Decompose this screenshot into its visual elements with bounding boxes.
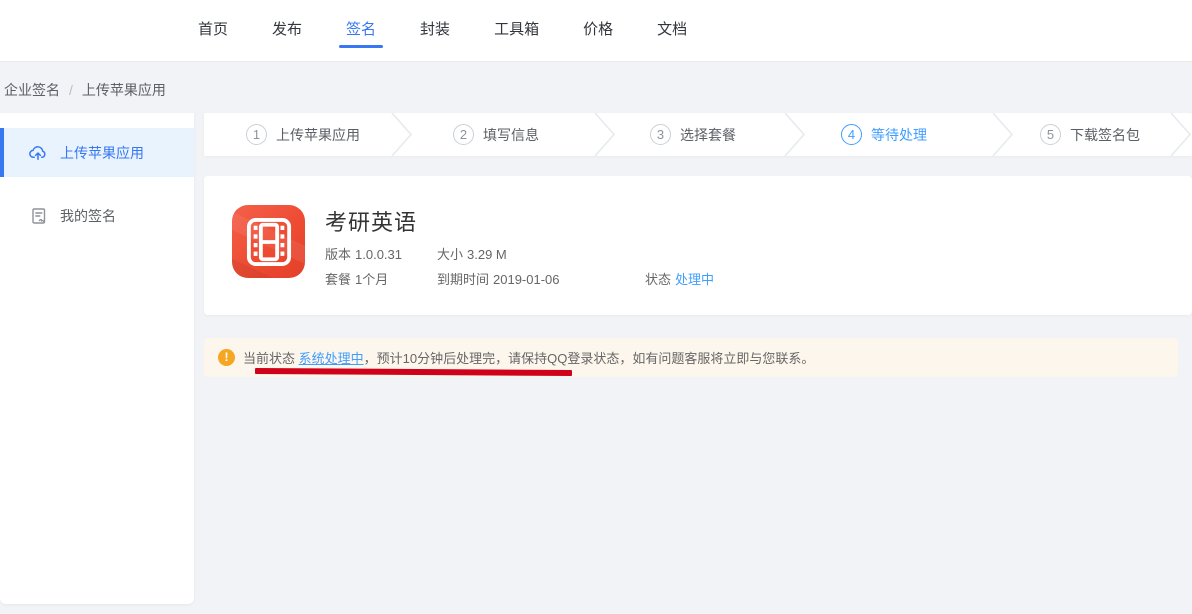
- nav-item-docs[interactable]: 文档: [650, 0, 694, 62]
- step-upload-apple-app: 1 上传苹果应用: [246, 113, 360, 156]
- step-label: 下载签名包: [1070, 125, 1140, 145]
- step-number: 1: [246, 124, 267, 145]
- app-title: 考研英语: [325, 205, 417, 237]
- app-size: 大小 3.29 M: [437, 244, 507, 263]
- step-label: 等待处理: [871, 125, 927, 145]
- page: 首页 发布 签名 封装 工具箱 价格 文档 企业签名 / 上传苹果应用 上传苹果…: [0, 0, 1192, 614]
- version-label: 版本: [325, 247, 351, 262]
- nav-item-signature[interactable]: 签名: [339, 0, 383, 62]
- step-download-package: 5 下载签名包: [1040, 113, 1140, 156]
- plan-label: 套餐: [325, 272, 351, 287]
- chevron-separator-icon: [389, 113, 415, 156]
- cloud-upload-icon: [28, 143, 48, 163]
- main-content: 1 上传苹果应用 2 填写信息 3 选择套餐 4 等待处理 5 下载签名包: [204, 113, 1192, 604]
- progress-stepper: 1 上传苹果应用 2 填写信息 3 选择套餐 4 等待处理 5 下载签名包: [204, 113, 1192, 156]
- top-nav: 首页 发布 签名 封装 工具箱 价格 文档: [191, 0, 724, 62]
- step-fill-info: 2 填写信息: [453, 113, 539, 156]
- sidebar: 上传苹果应用 我的签名: [0, 113, 194, 604]
- step-number: 3: [650, 124, 671, 145]
- step-number: 4: [841, 124, 862, 145]
- breadcrumb-separator: /: [69, 82, 73, 98]
- status-value-link[interactable]: 处理中: [675, 272, 714, 287]
- size-value: 3.29 M: [467, 247, 507, 262]
- nav-item-home[interactable]: 首页: [191, 0, 235, 62]
- exclamation-circle-icon: !: [218, 349, 235, 366]
- chevron-separator-icon: [990, 113, 1016, 156]
- sidebar-item-my-signatures[interactable]: 我的签名: [0, 198, 194, 234]
- breadcrumb-upload-app: 上传苹果应用: [82, 80, 166, 100]
- status-label: 状态: [645, 272, 671, 287]
- signature-doc-icon: [30, 207, 48, 225]
- size-label: 大小: [437, 247, 463, 262]
- notice-status-link[interactable]: 系统处理中: [299, 351, 364, 366]
- notice-prefix: 当前状态: [243, 351, 299, 366]
- app-expire-date: 到期时间 2019-01-06: [437, 269, 560, 288]
- step-number: 2: [453, 124, 474, 145]
- nav-item-publish[interactable]: 发布: [265, 0, 309, 62]
- film-strip-icon: [232, 205, 305, 278]
- sidebar-item-label: 我的签名: [60, 206, 116, 226]
- sidebar-item-label: 上传苹果应用: [60, 143, 144, 163]
- step-label: 填写信息: [483, 125, 539, 145]
- nav-item-price[interactable]: 价格: [576, 0, 620, 62]
- step-number: 5: [1040, 124, 1061, 145]
- app-status: 状态处理中: [645, 269, 714, 288]
- breadcrumb-enterprise-signature[interactable]: 企业签名: [4, 80, 60, 100]
- expire-value: 2019-01-06: [493, 272, 560, 287]
- notice-text: 当前状态 系统处理中，预计10分钟后处理完，请保持QQ登录状态，如有问题客服将立…: [243, 348, 814, 367]
- version-value: 1.0.0.31: [355, 247, 402, 262]
- app-card: 考研英语 版本 1.0.0.31 大小 3.29 M 套餐 1个月 到期时间 2019-…: [204, 176, 1192, 315]
- plan-value: 1个月: [355, 272, 388, 287]
- app-version: 版本 1.0.0.31: [325, 244, 402, 263]
- step-choose-plan: 3 选择套餐: [650, 113, 736, 156]
- notice-suffix: ，预计10分钟后处理完，请保持QQ登录状态，如有问题客服将立即与您联系。: [364, 351, 815, 366]
- top-bar: 首页 发布 签名 封装 工具箱 价格 文档: [0, 0, 1192, 62]
- step-label: 选择套餐: [680, 125, 736, 145]
- app-plan: 套餐 1个月: [325, 269, 388, 288]
- breadcrumb: 企业签名 / 上传苹果应用: [4, 80, 166, 100]
- sidebar-item-upload-apple-app[interactable]: 上传苹果应用: [0, 128, 194, 177]
- nav-item-toolbox[interactable]: 工具箱: [487, 0, 546, 62]
- step-waiting-processing: 4 等待处理: [841, 113, 927, 156]
- chevron-separator-icon: [1168, 113, 1192, 156]
- expire-label: 到期时间: [437, 272, 489, 287]
- step-label: 上传苹果应用: [276, 125, 360, 145]
- chevron-separator-icon: [782, 113, 808, 156]
- chevron-separator-icon: [592, 113, 618, 156]
- nav-item-packaging[interactable]: 封装: [413, 0, 457, 62]
